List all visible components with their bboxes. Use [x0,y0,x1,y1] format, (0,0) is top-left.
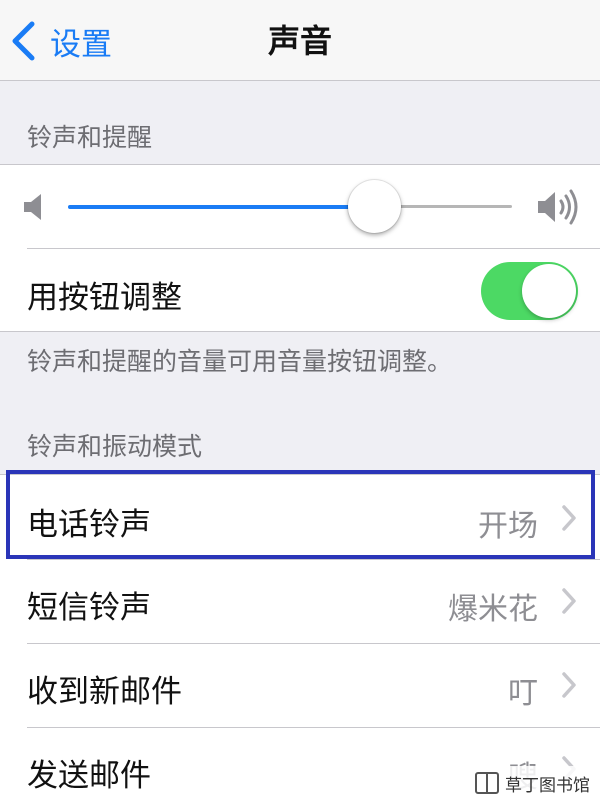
section-header-ringer: 铃声和提醒 [27,123,153,152]
ringtone-value: 开场 [478,509,538,544]
section-header-patterns: 铃声和振动模式 [27,432,203,461]
volume-slider-row [0,165,600,249]
text-tone-value: 爆米花 [448,592,538,627]
page-title: 声音 [267,22,332,60]
chevron-right-icon [562,672,576,698]
toggle-knob [522,264,576,318]
speaker-high-icon [538,189,578,225]
text-tone-label: 短信铃声 [27,590,151,626]
sent-mail-label: 发送邮件 [27,758,151,794]
list-item-new-mail[interactable]: 收到新邮件 叮 [0,644,600,727]
adjust-with-buttons-row: 用按钮调整 [0,249,600,333]
speaker-low-icon [24,194,41,220]
book-logo-icon [475,772,499,794]
volume-slider-fill [68,205,375,209]
sound-settings-screen: 设置 声音 铃声和提醒 用按钮调整 铃声和提醒的音量可用音量按钮调整。 铃声和振… [0,0,600,804]
list-item-ringtone[interactable]: 电话铃声 开场 [0,475,600,559]
adjust-with-buttons-label: 用按钮调整 [27,280,182,316]
ringer-group: 用按钮调整 [0,164,600,332]
new-mail-label: 收到新邮件 [27,674,182,710]
new-mail-value: 叮 [508,676,538,711]
adjust-with-buttons-toggle[interactable] [481,262,578,320]
volume-slider-thumb[interactable] [348,180,402,233]
navigation-bar: 设置 声音 [0,0,600,81]
watermark: 草丁图书馆 [469,766,594,800]
chevron-right-icon [562,588,576,614]
patterns-group: 电话铃声 开场 短信铃声 爆米花 收到新邮件 叮 发送邮件 嗖 [0,474,600,804]
list-item-text-tone[interactable]: 短信铃声 爆米花 [0,560,600,643]
ringtone-label: 电话铃声 [27,507,151,543]
ringer-footer-note: 铃声和提醒的音量可用音量按钮调整。 [27,347,453,376]
chevron-right-icon [562,505,576,531]
watermark-text: 草丁图书馆 [505,775,590,796]
